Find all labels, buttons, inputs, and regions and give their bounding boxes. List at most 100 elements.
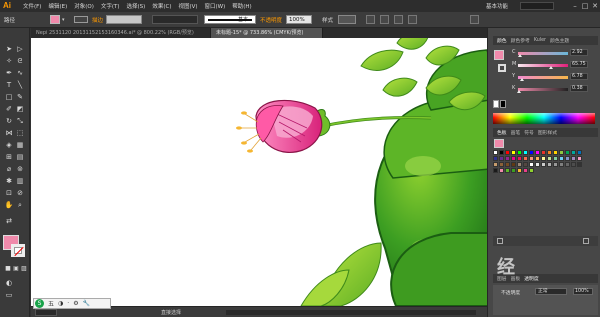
swatch-cell[interactable]: [553, 162, 558, 167]
curvature-tool-icon[interactable]: ∿: [15, 68, 25, 78]
rectangle-tool-icon[interactable]: □: [4, 92, 14, 102]
swatch-cell[interactable]: [535, 162, 540, 167]
swatch-cell[interactable]: [529, 150, 534, 155]
screen-mode-icon[interactable]: ▭: [4, 290, 14, 300]
swatch-cell[interactable]: [493, 156, 498, 161]
swatch-cell[interactable]: [517, 150, 522, 155]
swatch-cell[interactable]: [523, 156, 528, 161]
menu-view[interactable]: 视图(V): [178, 2, 197, 10]
horizontal-scrollbar[interactable]: [226, 310, 476, 315]
panel-fill-swatch[interactable]: [494, 50, 504, 60]
ime-tools-icon[interactable]: 🔧: [83, 300, 90, 307]
blend-tool-icon[interactable]: ⊚: [15, 164, 25, 174]
swatch-cell[interactable]: [541, 150, 546, 155]
none-mode-icon[interactable]: ▨: [19, 264, 29, 274]
swatch-cell[interactable]: [541, 162, 546, 167]
swatch-cell[interactable]: [505, 150, 510, 155]
align-icon[interactable]: [380, 15, 389, 24]
swatch-cell[interactable]: [517, 162, 522, 167]
swatch-cell[interactable]: [511, 156, 516, 161]
graphic-style-picker[interactable]: [338, 15, 356, 24]
search-input[interactable]: [520, 2, 554, 10]
close-button[interactable]: ✕: [590, 2, 600, 10]
width-tool-icon[interactable]: ⋈: [4, 128, 14, 138]
tab-color-guide[interactable]: 颜色参考: [511, 37, 530, 44]
swatch-library-icon[interactable]: [497, 238, 503, 244]
perspective-grid-tool-icon[interactable]: ▦: [15, 140, 25, 150]
slice-tool-icon[interactable]: ⊘: [15, 188, 25, 198]
stroke-color-swatch[interactable]: [74, 16, 88, 23]
blend-mode-select[interactable]: 正常: [535, 288, 567, 295]
black-swatch[interactable]: [500, 100, 506, 108]
eyedropper-tool-icon[interactable]: ⌀: [4, 164, 14, 174]
white-swatch[interactable]: [493, 100, 499, 108]
swatch-cell[interactable]: [571, 156, 576, 161]
swatch-cell[interactable]: [493, 150, 498, 155]
panel-menu-icon[interactable]: [470, 15, 479, 24]
draw-mode-icon[interactable]: ◐: [4, 278, 14, 288]
eraser-tool-icon[interactable]: ◩: [15, 104, 25, 114]
menu-edit[interactable]: 编辑(E): [48, 2, 67, 10]
cyan-slider[interactable]: C 2.92: [512, 49, 592, 57]
artboard-tool-icon[interactable]: ⊡: [4, 188, 14, 198]
recolor-icon[interactable]: [366, 15, 375, 24]
swatch-cell[interactable]: [511, 168, 516, 173]
swatch-cell[interactable]: [523, 168, 528, 173]
type-tool-icon[interactable]: T: [4, 80, 14, 90]
swatch-cell[interactable]: [505, 156, 510, 161]
lasso-tool-icon[interactable]: ᘓ: [15, 56, 25, 66]
ime-mode[interactable]: 五: [48, 299, 54, 308]
column-graph-tool-icon[interactable]: ▥: [15, 176, 25, 186]
direct-selection-tool-icon[interactable]: ▷: [15, 44, 25, 54]
swatch-cell[interactable]: [529, 162, 534, 167]
menu-select[interactable]: 选择(S): [127, 2, 146, 10]
slider-thumb[interactable]: [517, 54, 522, 57]
swatch-cell[interactable]: [511, 162, 516, 167]
swatch-cell[interactable]: [559, 150, 564, 155]
menu-type[interactable]: 文字(T): [101, 2, 120, 10]
swatch-cell[interactable]: [547, 156, 552, 161]
swatch-cell[interactable]: [577, 156, 582, 161]
shape-builder-tool-icon[interactable]: ◈: [4, 140, 14, 150]
swatch-cell[interactable]: [565, 156, 570, 161]
maximize-button[interactable]: □: [580, 2, 590, 10]
free-transform-tool-icon[interactable]: ⬚: [15, 128, 25, 138]
ime-settings-icon[interactable]: ⚙: [73, 300, 78, 307]
brush-definition-field[interactable]: [204, 15, 256, 24]
swatch-cell[interactable]: [505, 162, 510, 167]
tab-color[interactable]: 颜色: [497, 37, 507, 44]
swatch-panel-fill[interactable]: [494, 139, 504, 148]
slider-thumb[interactable]: [516, 90, 521, 93]
swatch-cell[interactable]: [535, 150, 540, 155]
line-tool-icon[interactable]: ╲: [15, 80, 25, 90]
menu-window[interactable]: 窗口(W): [205, 2, 226, 10]
ime-logo-icon[interactable]: S: [35, 299, 44, 308]
paintbrush-tool-icon[interactable]: ✎: [15, 92, 25, 102]
swatch-cell[interactable]: [523, 162, 528, 167]
zoom-field[interactable]: [35, 309, 57, 316]
mesh-tool-icon[interactable]: ⊞: [4, 152, 14, 162]
minimize-button[interactable]: –: [570, 2, 580, 10]
black-slider[interactable]: K 0.38: [512, 85, 592, 93]
zoom-tool-icon[interactable]: ⌕: [15, 200, 25, 210]
swatch-cell[interactable]: [499, 150, 504, 155]
swatch-cell[interactable]: [499, 168, 504, 173]
swatch-cell[interactable]: [553, 150, 558, 155]
symbol-sprayer-tool-icon[interactable]: ✱: [4, 176, 14, 186]
arrange-icon[interactable]: [408, 15, 417, 24]
magic-wand-tool-icon[interactable]: ✧: [4, 56, 14, 66]
swatch-cell[interactable]: [559, 156, 564, 161]
swatch-cell[interactable]: [559, 162, 564, 167]
swatch-cell[interactable]: [577, 150, 582, 155]
slider-thumb[interactable]: [519, 78, 524, 81]
tab-swatches[interactable]: 色板: [497, 129, 507, 136]
gradient-tool-icon[interactable]: ▤: [15, 152, 25, 162]
swatch-cell[interactable]: [547, 162, 552, 167]
swatch-cell[interactable]: [565, 150, 570, 155]
fill-color-swatch[interactable]: [50, 15, 60, 24]
swatch-cell[interactable]: [499, 156, 504, 161]
stroke-color-box[interactable]: [11, 244, 25, 257]
swatch-cell[interactable]: [553, 156, 558, 161]
swap-fill-stroke-icon[interactable]: ⇄: [4, 216, 14, 226]
swatch-cell[interactable]: [547, 150, 552, 155]
